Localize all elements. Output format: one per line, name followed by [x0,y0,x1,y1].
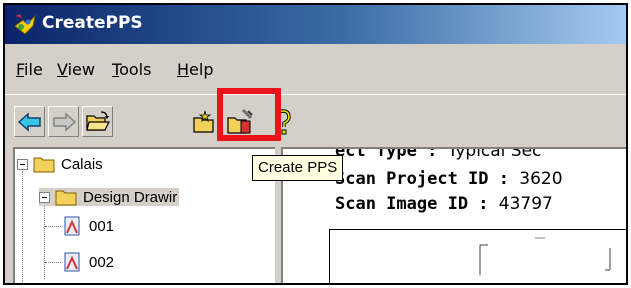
tree-view[interactable]: Calais Design Drawir 001 002 [13,147,275,283]
back-arrow-icon [17,111,41,132]
folder-icon [55,188,77,206]
open-button[interactable] [82,106,113,137]
folder-icon [33,155,55,173]
title-bar: CreatePPS [5,5,626,44]
menu-view[interactable]: View [57,60,95,79]
collapse-toggle[interactable] [39,191,50,203]
menu-tools[interactable]: Tools [112,60,151,79]
tree-label-item: 001 [89,217,115,235]
document-icon [63,252,81,272]
drawing-preview [329,229,626,283]
app-window: CreatePPS File View Tools Help Calais De… [3,3,628,285]
tree-connector-line [45,262,61,263]
create-pps-highlight [217,88,281,141]
forward-button[interactable] [48,106,79,137]
tree-label-root: Calais [61,155,103,173]
menu-file[interactable]: File [16,60,43,79]
tree-node-folder[interactable]: Design Drawir [39,188,180,206]
tree-connector-line [22,171,23,283]
collapse-toggle[interactable] [17,158,28,170]
menu-help[interactable]: Help [177,60,213,79]
project-type-line: ect Type : Typical Sec [335,147,542,161]
tree-label-folder: Design Drawir [83,188,178,206]
create-pps-tooltip: Create PPS [252,155,344,181]
tree-node-item[interactable]: 002 [63,252,114,272]
app-icon [14,14,36,35]
tree-node-root[interactable]: Calais [17,155,103,173]
back-button[interactable] [14,106,45,137]
tree-label-item: 002 [89,253,115,271]
tree-node-item[interactable]: 001 [63,216,114,236]
new-folder-button[interactable] [188,106,219,137]
scan-project-id-line: Scan Project ID : 3620 [335,169,563,189]
window-title: CreatePPS [42,13,143,33]
toolbar [5,94,626,146]
document-icon [63,216,81,236]
menu-bar: File View Tools Help [5,44,626,94]
drawing-thumbnail [479,237,611,275]
scan-image-id-line: Scan Image ID : 43797 [335,194,553,214]
tree-connector-line [44,199,45,279]
tree-connector-line [45,226,61,227]
new-folder-icon [192,110,214,133]
open-folder-icon [85,110,110,131]
forward-arrow-icon [52,111,76,132]
